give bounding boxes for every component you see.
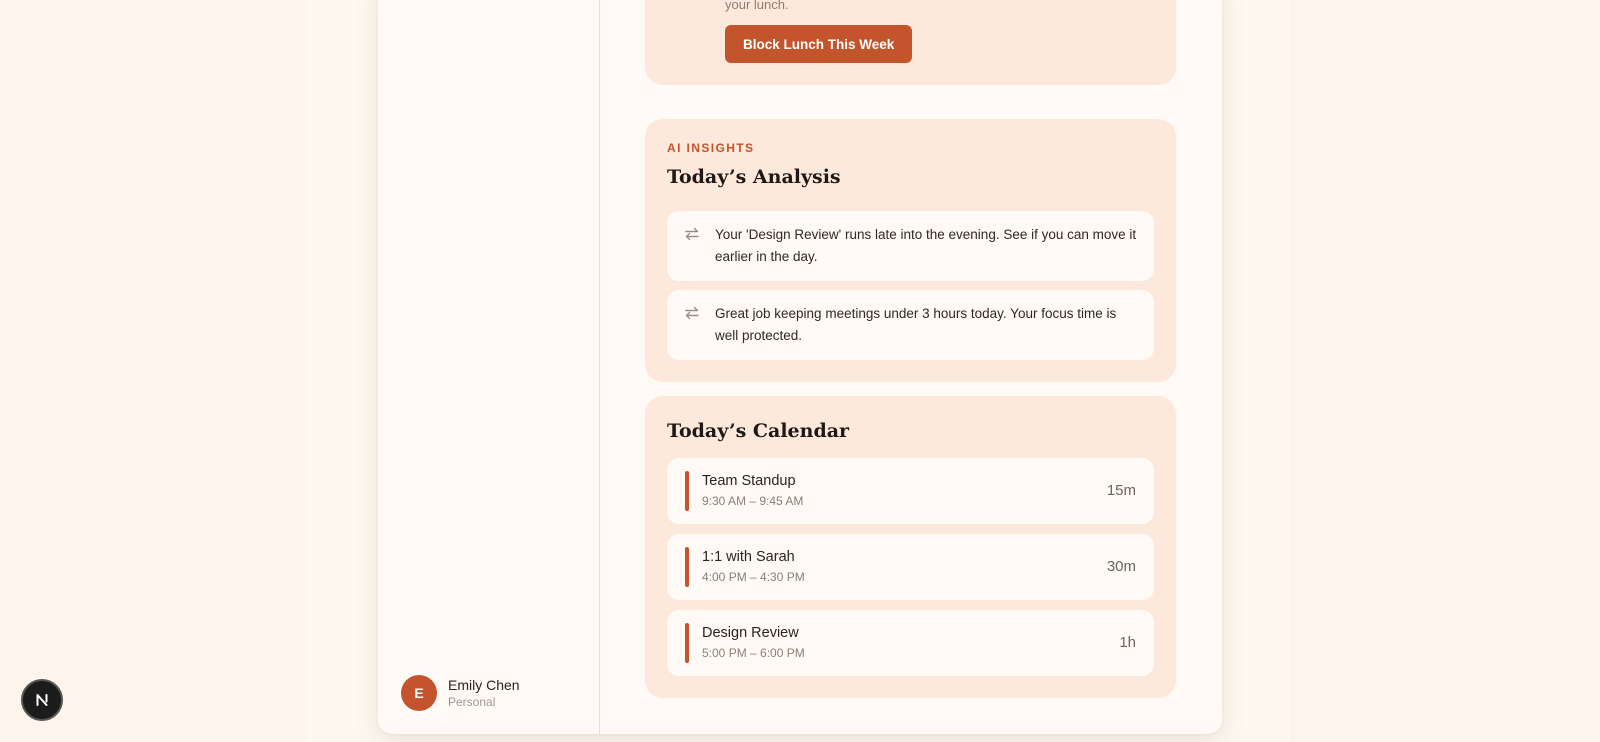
calendar-title: Today’s Calendar [667,420,850,442]
user-profile[interactable]: E Emily Chen Personal [401,675,520,711]
event-time: 5:00 PM – 6:00 PM [702,646,805,660]
nextjs-dev-badge[interactable] [21,679,63,721]
event-color-bar [685,471,689,511]
avatar: E [401,675,437,711]
event-time: 4:00 PM – 4:30 PM [702,570,805,584]
insight-text: Great job keeping meetings under 3 hours… [715,306,1117,343]
swap-arrows-icon [685,306,699,320]
user-name: Emily Chen [448,676,520,693]
calendar-event[interactable]: Design Review 5:00 PM – 6:00 PM 1h [667,610,1154,676]
suggestion-text: Block 12 – 12:45 PM for the rest of the … [725,0,789,12]
calendar-card: Today’s Calendar Team Standup 9:30 AM – … [645,396,1176,698]
event-duration: 15m [1106,482,1136,499]
insight-item: Your 'Design Review' runs late into the … [667,211,1154,281]
insights-eyebrow: AI INSIGHTS [667,141,755,155]
insight-item: Great job keeping meetings under 3 hours… [667,290,1154,360]
block-lunch-button[interactable]: Block Lunch This Week [725,25,913,63]
event-color-bar [685,547,689,587]
insight-text: Your 'Design Review' runs late into the … [715,227,1137,264]
user-info: Emily Chen Personal [448,677,520,710]
sidebar: E Emily Chen Personal [378,0,600,734]
event-duration: 1h [1119,634,1136,651]
swap-arrows-icon [685,227,699,241]
event-duration: 30m [1106,558,1136,575]
event-title: Team Standup [702,473,796,489]
ai-insights-card: AI INSIGHTS Today’s Analysis Your 'Desig… [645,119,1176,382]
event-title: Design Review [702,625,799,641]
calendar-event[interactable]: Team Standup 9:30 AM – 9:45 AM 15m [667,458,1154,524]
app-window: E Emily Chen Personal Block 12 – 12:45 P… [378,0,1222,734]
insights-title: Today’s Analysis [667,166,841,188]
nextjs-logo-icon [36,694,48,706]
event-title: 1:1 with Sarah [702,549,795,565]
user-account-type: Personal [448,694,496,709]
event-color-bar [685,623,689,663]
event-time: 9:30 AM – 9:45 AM [702,494,804,508]
main-content: Block 12 – 12:45 PM for the rest of the … [600,0,1222,734]
calendar-event[interactable]: 1:1 with Sarah 4:00 PM – 4:30 PM 30m [667,534,1154,600]
lunch-suggestion-card: Block 12 – 12:45 PM for the rest of the … [645,0,1176,85]
